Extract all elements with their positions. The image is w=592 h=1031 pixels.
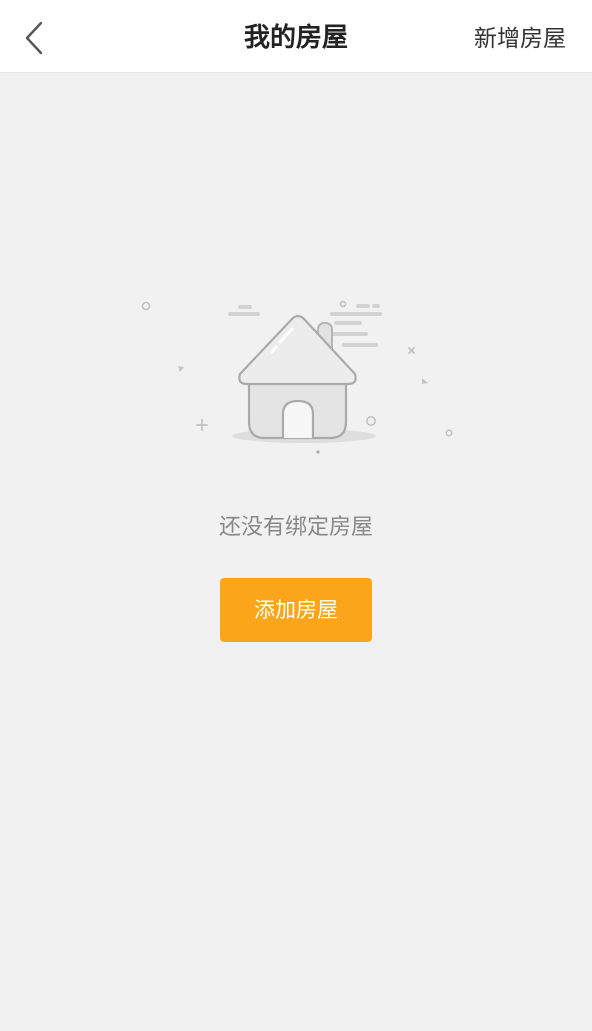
chevron-left-icon bbox=[25, 21, 43, 55]
empty-state-message: 还没有绑定房屋 bbox=[218, 515, 373, 540]
add-house-link[interactable]: 新增房屋 bbox=[474, 0, 566, 73]
nav-bar: 我的房屋 新增房屋 bbox=[0, 0, 592, 73]
add-house-button[interactable]: 添加房屋 bbox=[220, 578, 372, 642]
house-icon bbox=[141, 300, 453, 454]
back-button[interactable] bbox=[14, 16, 54, 60]
